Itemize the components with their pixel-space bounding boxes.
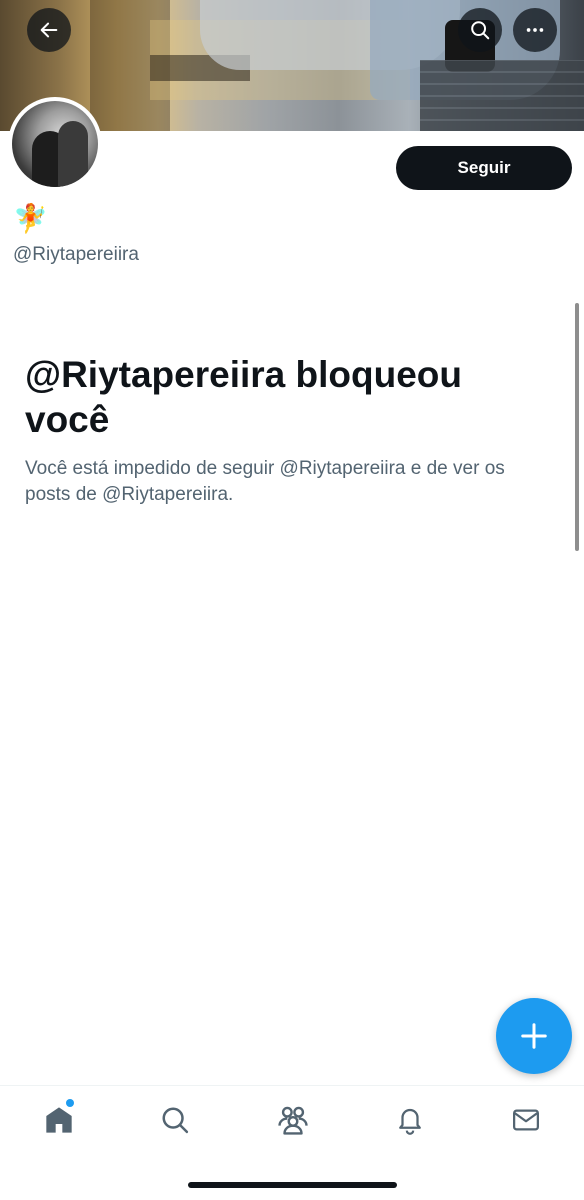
home-indicator [188,1182,397,1188]
banner-photo-detail [420,60,584,131]
tab-messages[interactable] [508,1102,544,1138]
scrollbar[interactable] [575,303,579,551]
avatar-image [12,101,98,187]
tab-search[interactable] [157,1102,193,1138]
bell-icon [399,1108,421,1135]
home-icon [46,1107,72,1133]
tab-notifications[interactable] [392,1102,428,1138]
search-icon [162,1107,189,1134]
blocked-title: @Riytapereiira bloqueou você [25,354,462,440]
more-horizontal-icon [526,28,544,32]
mail-icon [513,1109,539,1131]
search-button[interactable] [458,8,502,52]
profile-name-emoji: 🧚 [13,203,48,234]
more-options-button[interactable] [513,8,557,52]
notification-dot [66,1099,74,1107]
search-icon [471,21,490,40]
back-button[interactable] [27,8,71,52]
avatar[interactable] [8,97,102,191]
tab-communities[interactable] [275,1102,311,1138]
avatar-photo-detail [58,121,88,187]
blocked-description: Você está impedido de seguir @Riytaperei… [25,458,505,505]
follow-button[interactable]: Seguir [396,146,572,190]
profile-handle: @Riytapereiira [13,244,139,265]
plus-icon [521,1023,547,1049]
arrow-left-icon [40,22,58,38]
tab-home[interactable] [41,1102,77,1138]
communities-icon [278,1106,308,1135]
compose-post-button[interactable] [496,998,572,1074]
